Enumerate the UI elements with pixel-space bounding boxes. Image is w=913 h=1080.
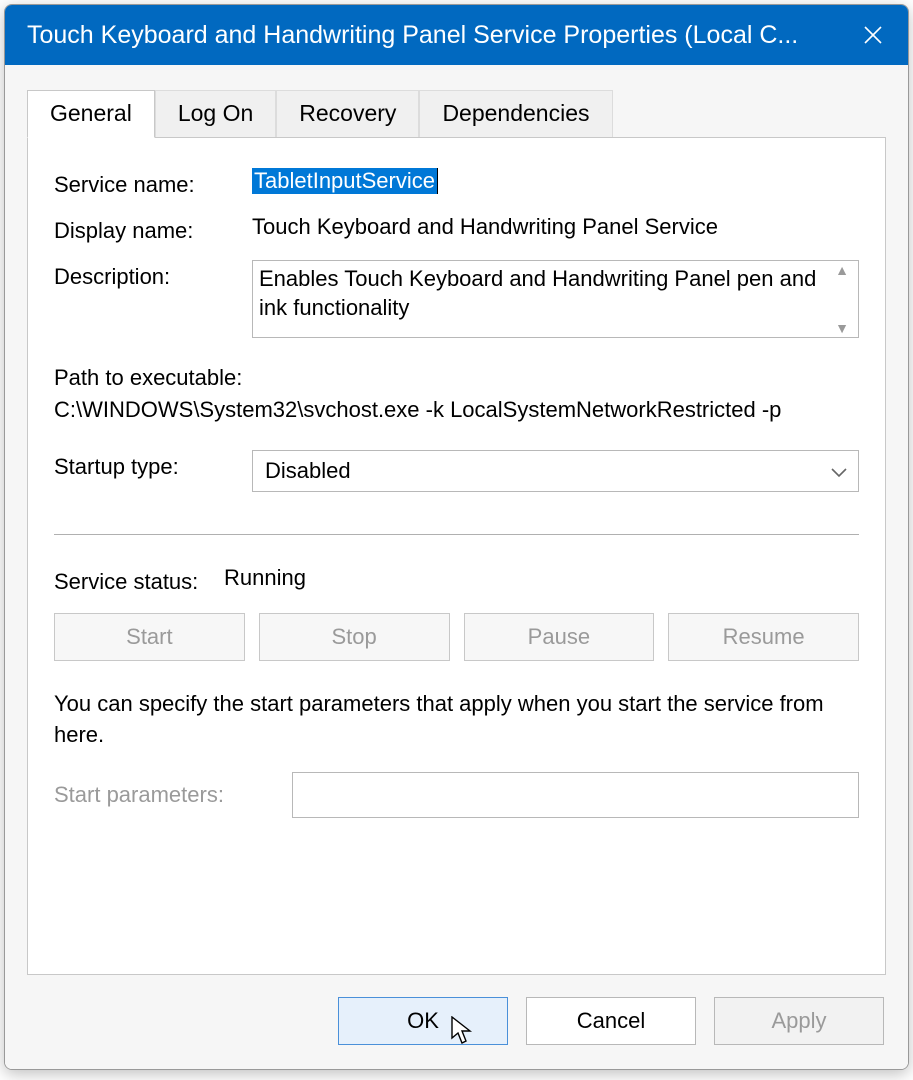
tab-log-on[interactable]: Log On — [155, 90, 276, 138]
startup-type-label: Startup type: — [54, 450, 252, 480]
start-parameters-input — [292, 772, 859, 818]
scroll-up-icon[interactable]: ▲ — [835, 263, 849, 277]
startup-type-value: Disabled — [265, 458, 351, 484]
service-name-value[interactable]: TabletInputService — [252, 168, 438, 194]
service-name-label: Service name: — [54, 168, 252, 198]
description-scrollbar[interactable]: ▲ ▼ — [828, 263, 856, 335]
tab-label: Dependencies — [442, 100, 589, 126]
resume-button: Resume — [668, 613, 859, 661]
service-status-value: Running — [224, 565, 859, 591]
display-name-label: Display name: — [54, 214, 252, 244]
stop-button: Stop — [259, 613, 450, 661]
tab-label: Recovery — [299, 100, 396, 126]
window-title: Touch Keyboard and Handwriting Panel Ser… — [27, 21, 838, 50]
service-properties-dialog: Touch Keyboard and Handwriting Panel Ser… — [4, 4, 909, 1070]
button-label: Stop — [331, 624, 376, 650]
button-label: Start — [126, 624, 172, 650]
description-text: Enables Touch Keyboard and Handwriting P… — [259, 266, 816, 320]
description-box[interactable]: Enables Touch Keyboard and Handwriting P… — [252, 260, 859, 338]
titlebar: Touch Keyboard and Handwriting Panel Ser… — [5, 5, 908, 65]
display-name-value: Touch Keyboard and Handwriting Panel Ser… — [252, 214, 859, 240]
cursor-icon — [451, 1016, 477, 1046]
tab-label: General — [50, 100, 132, 126]
path-to-executable-label: Path to executable: — [54, 362, 859, 394]
divider — [54, 534, 859, 535]
tab-dependencies[interactable]: Dependencies — [419, 90, 612, 138]
general-panel: Service name: TabletInputService Display… — [27, 137, 886, 975]
tab-recovery[interactable]: Recovery — [276, 90, 419, 138]
apply-button: Apply — [714, 997, 884, 1045]
button-label: Cancel — [577, 1008, 645, 1034]
start-parameters-hint: You can specify the start parameters tha… — [54, 689, 859, 751]
ok-button[interactable]: OK — [338, 997, 508, 1045]
button-label: OK — [407, 1008, 439, 1034]
path-to-executable-value: C:\WINDOWS\System32\svchost.exe -k Local… — [54, 394, 859, 426]
tab-strip: General Log On Recovery Dependencies — [5, 65, 908, 137]
start-parameters-label: Start parameters: — [54, 782, 292, 808]
tab-general[interactable]: General — [27, 90, 155, 138]
button-label: Pause — [528, 624, 590, 650]
close-button[interactable] — [838, 5, 908, 65]
pause-button: Pause — [464, 613, 655, 661]
button-label: Apply — [771, 1008, 826, 1034]
startup-type-select[interactable]: Disabled — [252, 450, 859, 492]
service-status-label: Service status: — [54, 565, 224, 595]
start-button: Start — [54, 613, 245, 661]
scroll-down-icon[interactable]: ▼ — [835, 321, 849, 335]
description-label: Description: — [54, 260, 252, 290]
dialog-footer: OK Cancel Apply — [5, 975, 908, 1069]
cancel-button[interactable]: Cancel — [526, 997, 696, 1045]
tab-label: Log On — [178, 100, 253, 126]
button-label: Resume — [723, 624, 805, 650]
client-area: General Log On Recovery Dependencies Ser… — [5, 65, 908, 1069]
close-icon — [863, 25, 883, 45]
